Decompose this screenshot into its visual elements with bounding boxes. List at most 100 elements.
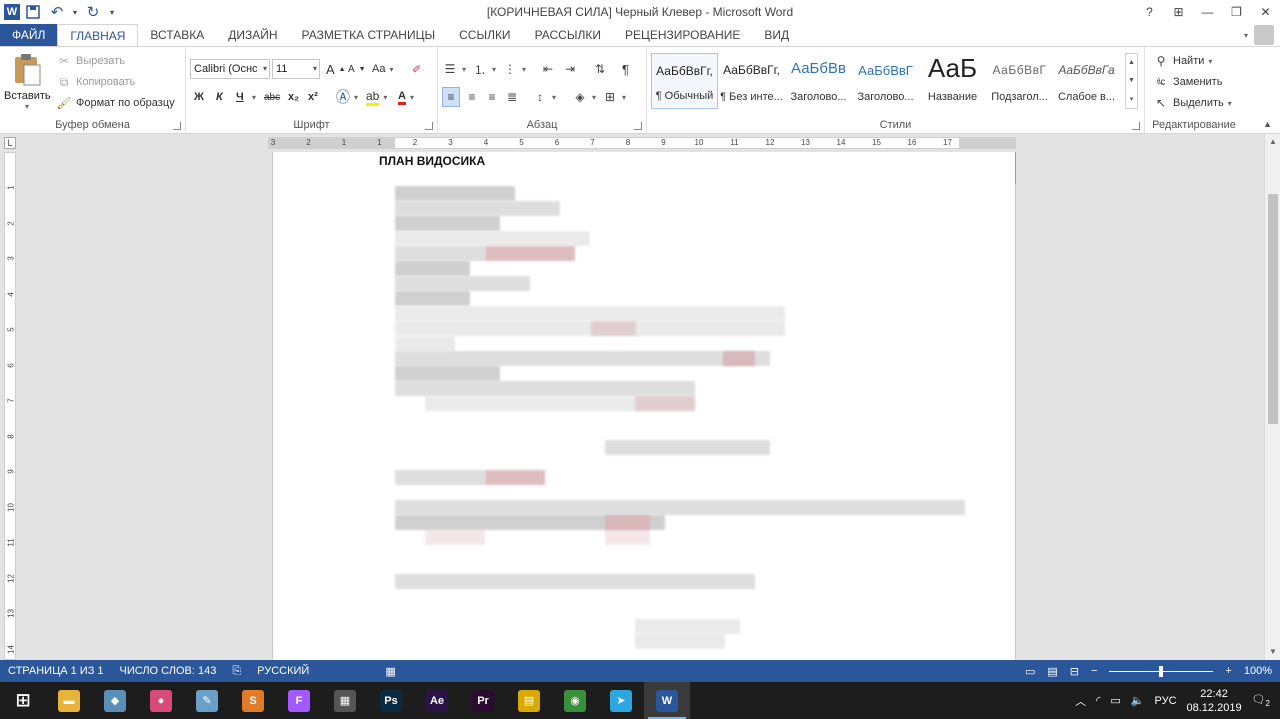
minimize-button[interactable]: — — [1193, 0, 1222, 24]
font-launcher-icon[interactable] — [425, 122, 433, 130]
style-no-spacing[interactable]: АаБбВвГг, ¶ Без инте... — [718, 53, 785, 109]
web-layout-icon[interactable]: ⊟ — [1070, 665, 1079, 678]
justify-icon[interactable]: ≣ — [504, 87, 520, 107]
page-count[interactable]: СТРАНИЦА 1 ИЗ 1 — [0, 665, 112, 677]
clock[interactable]: 22:42 08.12.2019 — [1187, 687, 1242, 715]
styles-scroll-up-icon[interactable]: ▲ — [1128, 59, 1135, 66]
scroll-down-icon[interactable]: ▼ — [1265, 644, 1280, 660]
paragraph-launcher-icon[interactable] — [634, 122, 642, 130]
bullets-button[interactable]: ☰ ▾ — [442, 59, 466, 79]
document-area[interactable]: ПЛАН ВИДОСИКА — [22, 152, 1264, 660]
align-right-icon[interactable]: ≡ — [484, 87, 500, 107]
save-icon[interactable] — [22, 2, 44, 22]
zoom-slider[interactable] — [1109, 665, 1214, 677]
taskbar-after-effects-button[interactable]: Ae — [414, 682, 460, 719]
paste-dropdown-icon[interactable]: ▾ — [4, 102, 50, 111]
cut-button[interactable]: ✂ Вырезать — [56, 51, 125, 71]
redo-icon[interactable]: ↻ — [82, 2, 104, 22]
highlight-color-button[interactable]: ab ▾ — [366, 87, 387, 107]
styles-scroll-down-icon[interactable]: ▼ — [1128, 77, 1135, 84]
vertical-ruler[interactable]: 1 2 3 4 5 6 7 8 9 10 11 12 13 14 — [4, 152, 16, 660]
find-dropdown-icon[interactable]: ▾ — [1208, 57, 1212, 66]
zoom-out-icon[interactable]: − — [1091, 665, 1097, 677]
bold-button[interactable]: Ж — [194, 87, 204, 107]
paste-button[interactable]: Вставить ▾ — [4, 51, 51, 115]
clipboard-launcher-icon[interactable] — [173, 122, 181, 130]
replace-button[interactable]: ᵃ̶c Заменить — [1153, 72, 1223, 92]
shrink-font-button[interactable]: A ▼ — [348, 59, 366, 79]
taskbar-start-button[interactable]: ⊞ — [0, 682, 46, 719]
taskbar-premiere-button[interactable]: Pr — [460, 682, 506, 719]
line-spacing-button[interactable]: ↕ ▾ — [532, 87, 556, 107]
proofing-status[interactable]: ⎘ — [224, 665, 249, 678]
taskbar-app-2-button[interactable]: ◆ — [92, 682, 138, 719]
show-formatting-icon[interactable]: ¶ — [622, 59, 629, 79]
tab-mailings[interactable]: РАССЫЛКИ — [523, 24, 613, 46]
copy-button[interactable]: ⧉ Копировать — [56, 72, 136, 92]
taskbar-app-3-button[interactable]: ● — [138, 682, 184, 719]
shading-button[interactable]: ◈ ▾ — [572, 87, 596, 107]
align-left-icon[interactable]: ≡ — [442, 87, 460, 107]
numbering-button[interactable]: ⒈ ▾ — [472, 59, 496, 79]
scroll-up-icon[interactable]: ▲ — [1265, 134, 1280, 150]
subscript-button[interactable]: x₂ — [288, 87, 299, 107]
multilevel-list-button[interactable]: ⋮ ▾ — [502, 59, 526, 79]
undo-icon[interactable]: ↶ — [46, 2, 68, 22]
language-indicator[interactable]: РУССКИЙ — [249, 665, 317, 677]
styles-scroll[interactable]: ▲ ▼ ▾ — [1125, 53, 1138, 109]
style-heading-2[interactable]: АаБбВвГ Заголово... — [852, 53, 919, 109]
tab-view[interactable]: ВИД — [752, 24, 801, 46]
close-button[interactable]: ✕ — [1251, 0, 1280, 24]
font-color-button[interactable]: A ▾ — [398, 87, 414, 107]
underline-button[interactable]: Ч — [236, 87, 244, 107]
taskbar-photoshop-button[interactable]: Ps — [368, 682, 414, 719]
tab-layout[interactable]: РАЗМЕТКА СТРАНИЦЫ — [290, 24, 448, 46]
style-heading-1[interactable]: АаБбВв Заголово... — [785, 53, 852, 109]
zoom-in-icon[interactable]: + — [1225, 665, 1231, 677]
taskbar-sublime-button[interactable]: S — [230, 682, 276, 719]
superscript-button[interactable]: x² — [308, 87, 318, 107]
italic-button[interactable]: К — [216, 87, 223, 107]
document-page[interactable]: ПЛАН ВИДОСИКА — [272, 152, 1016, 660]
ribbon-display-options-button[interactable]: ⊞ — [1164, 0, 1193, 24]
account-dropdown-icon[interactable]: ▾ — [1244, 31, 1248, 40]
tab-review[interactable]: РЕЦЕНЗИРОВАНИЕ — [613, 24, 752, 46]
decrease-indent-icon[interactable]: ⇤ — [540, 59, 556, 79]
align-center-icon[interactable]: ≡ — [464, 87, 480, 107]
wifi-icon[interactable]: ◜ — [1096, 694, 1100, 707]
print-layout-icon[interactable]: ▤ — [1047, 665, 1057, 678]
battery-icon[interactable]: ▭ — [1110, 694, 1120, 707]
notification-center-icon[interactable]: 🗨2 — [1252, 693, 1270, 708]
show-hidden-icons-icon[interactable]: ︿ — [1075, 693, 1086, 709]
undo-dropdown-icon[interactable]: ▾ — [70, 2, 80, 22]
scrollbar-thumb[interactable] — [1268, 194, 1278, 424]
macro-record-icon[interactable]: ▦ — [377, 665, 403, 678]
font-name-combo[interactable]: Calibri (Оснс ▾ — [190, 59, 270, 79]
tab-file[interactable]: ФАЙЛ — [0, 24, 58, 46]
customize-qat-icon[interactable]: ▾ — [106, 2, 118, 22]
tab-insert[interactable]: ВСТАВКА — [138, 24, 216, 46]
tab-selector[interactable]: L — [4, 137, 16, 149]
zoom-slider-thumb[interactable] — [1159, 665, 1164, 677]
volume-icon[interactable]: 🔈 — [1131, 694, 1145, 707]
style-normal[interactable]: АаБбВвГг, ¶ Обычный — [651, 53, 718, 109]
underline-dropdown-icon[interactable]: ▾ — [252, 87, 256, 107]
styles-launcher-icon[interactable] — [1132, 122, 1140, 130]
taskbar-file-explorer-button[interactable]: ▬ — [46, 682, 92, 719]
document-heading[interactable]: ПЛАН ВИДОСИКА — [379, 154, 485, 168]
tab-design[interactable]: ДИЗАЙН — [216, 24, 289, 46]
tab-home[interactable]: ГЛАВНАЯ — [57, 24, 139, 47]
style-title[interactable]: АаБ Название — [919, 53, 986, 109]
maximize-button[interactable]: ❐ — [1222, 0, 1251, 24]
format-painter-button[interactable]: 🖌 Формат по образцу — [56, 93, 174, 113]
vertical-scrollbar[interactable]: ▲ ▼ — [1264, 134, 1280, 660]
styles-more-icon[interactable]: ▾ — [1130, 95, 1134, 103]
read-mode-icon[interactable]: ▭ — [1025, 665, 1035, 678]
font-size-combo[interactable]: 11 ▾ — [272, 59, 320, 79]
collapse-ribbon-icon[interactable]: ▲ — [1263, 119, 1272, 129]
strikethrough-button[interactable]: abc — [264, 87, 280, 107]
select-button[interactable]: ↖ Выделить ▾ — [1153, 93, 1232, 113]
word-count[interactable]: ЧИСЛО СЛОВ: 143 — [112, 665, 225, 677]
help-button[interactable]: ? — [1135, 0, 1164, 24]
style-subtle-emphasis[interactable]: АаБбВвГа Слабое в... — [1053, 53, 1120, 109]
